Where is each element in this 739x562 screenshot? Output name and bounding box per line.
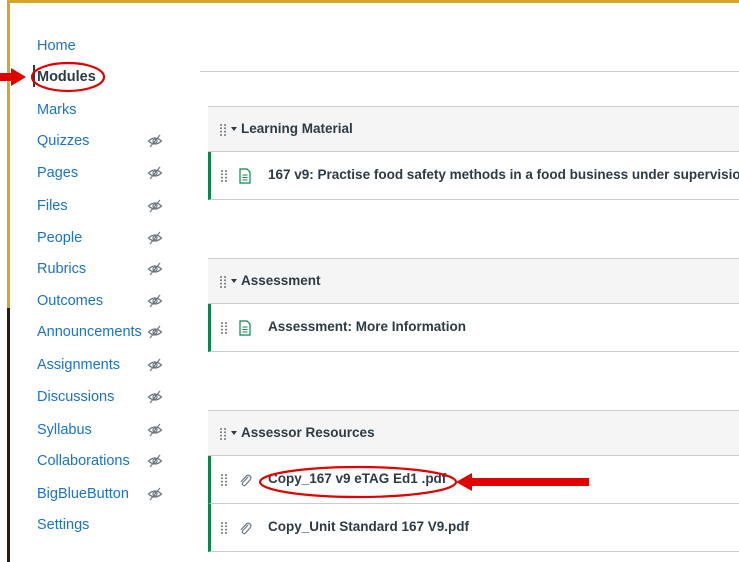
nav-item-discussions[interactable]: Discussions	[37, 386, 187, 408]
module-item[interactable]: Copy_Unit Standard 167 V9.pdf	[208, 504, 739, 552]
hidden-eye-icon	[147, 423, 163, 437]
nav-item-label: Home	[37, 38, 76, 54]
module-item-link[interactable]: Copy_167 v9 eTAG Ed1 .pdf	[268, 456, 446, 502]
nav-item-pages[interactable]: Pages	[37, 162, 187, 184]
drag-handle-icon[interactable]	[219, 123, 227, 137]
nav-item-label: Settings	[37, 517, 90, 533]
drag-handle-icon[interactable]	[219, 427, 227, 441]
nav-item-home[interactable]: Home	[37, 35, 187, 57]
nav-item-label: Announcements	[37, 324, 142, 340]
hidden-eye-icon	[147, 231, 163, 245]
module-item[interactable]: Copy_167 v9 eTAG Ed1 .pdf	[208, 456, 739, 504]
nav-item-label: Assignments	[37, 357, 121, 373]
nav-item-label: Discussions	[37, 389, 115, 405]
nav-item-label: Files	[37, 198, 68, 214]
nav-item-quizzes[interactable]: Quizzes	[37, 130, 187, 152]
nav-item-assignments[interactable]: Assignments	[37, 354, 187, 376]
nav-item-label: People	[37, 230, 83, 246]
drag-handle-icon[interactable]	[220, 169, 228, 183]
hidden-eye-icon	[147, 262, 163, 276]
page-icon	[239, 320, 251, 336]
nav-item-label: Collaborations	[37, 453, 130, 469]
hidden-eye-icon	[147, 325, 163, 339]
module-item[interactable]: 167 v9: Practise food safety methods in …	[208, 152, 739, 200]
nav-item-marks[interactable]: Marks	[37, 99, 187, 121]
module-header[interactable]: Assessor Resources	[208, 410, 739, 456]
hidden-eye-icon	[147, 358, 163, 372]
nav-item-syllabus[interactable]: Syllabus	[37, 419, 187, 441]
collapse-caret-icon[interactable]	[231, 279, 237, 283]
module-title: Assessor Resources	[241, 425, 375, 440]
module-header[interactable]: Learning Material	[208, 106, 739, 152]
drag-handle-icon[interactable]	[220, 473, 228, 487]
nav-item-modules[interactable]: Modules	[37, 66, 187, 88]
hidden-eye-icon	[147, 487, 163, 501]
module-item-link[interactable]: Assessment: More Information	[268, 304, 466, 350]
hidden-eye-icon	[147, 134, 163, 148]
nav-item-label: BigBlueButton	[37, 486, 129, 502]
module-item-link[interactable]: 167 v9: Practise food safety methods in …	[268, 152, 739, 198]
collapse-caret-icon[interactable]	[231, 127, 237, 131]
nav-item-people[interactable]: People	[37, 227, 187, 249]
active-indicator	[33, 65, 35, 87]
page-icon	[239, 168, 251, 184]
left-edge	[0, 0, 10, 562]
hidden-eye-icon	[147, 294, 163, 308]
nav-item-rubrics[interactable]: Rubrics	[37, 258, 187, 280]
nav-item-label: Pages	[37, 165, 79, 181]
header-divider	[200, 71, 739, 72]
nav-item-collaborations[interactable]: Collaborations	[37, 450, 187, 472]
module-item-link[interactable]: Copy_Unit Standard 167 V9.pdf	[268, 504, 469, 550]
nav-item-label: Syllabus	[37, 422, 92, 438]
hidden-eye-icon	[147, 166, 163, 180]
nav-item-settings[interactable]: Settings	[37, 514, 187, 536]
nav-item-label: Modules	[37, 69, 96, 85]
hidden-eye-icon	[147, 199, 163, 213]
nav-item-bigbluebutton[interactable]: BigBlueButton	[37, 483, 187, 505]
attachment-icon	[240, 522, 252, 535]
hidden-eye-icon	[147, 454, 163, 468]
module-header[interactable]: Assessment	[208, 258, 739, 304]
drag-handle-icon[interactable]	[220, 521, 228, 535]
nav-item-label: Quizzes	[37, 133, 90, 149]
module-title: Learning Material	[241, 121, 353, 136]
nav-item-outcomes[interactable]: Outcomes	[37, 290, 187, 312]
top-border	[0, 0, 739, 3]
hidden-eye-icon	[147, 390, 163, 404]
nav-item-files[interactable]: Files	[37, 195, 187, 217]
module-item[interactable]: Assessment: More Information	[208, 304, 739, 352]
collapse-caret-icon[interactable]	[231, 431, 237, 435]
drag-handle-icon[interactable]	[219, 275, 227, 289]
nav-item-label: Marks	[37, 102, 77, 118]
drag-handle-icon[interactable]	[220, 321, 228, 335]
nav-item-label: Rubrics	[37, 261, 87, 277]
nav-item-announcements[interactable]: Announcements	[37, 321, 187, 343]
attachment-icon	[240, 474, 252, 487]
module-title: Assessment	[241, 273, 321, 288]
nav-item-label: Outcomes	[37, 293, 104, 309]
